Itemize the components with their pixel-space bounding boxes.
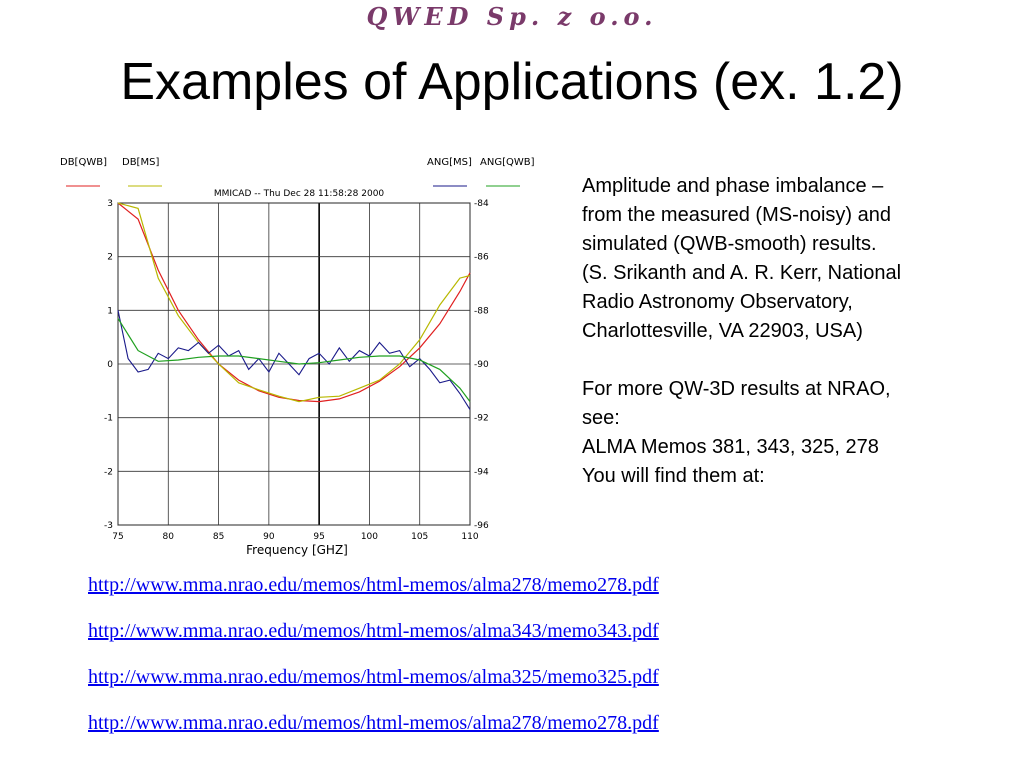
chart-title: MMICAD -- Thu Dec 28 11:58:28 2000 [214,189,385,199]
x-tick-label: 80 [163,532,175,542]
more-line: ALMA Memos 381, 343, 325, 278 [582,436,879,458]
y-right-tick-label: -86 [474,253,489,263]
x-tick-label: 75 [112,532,123,542]
memo-link[interactable]: http://www.mma.nrao.edu/memos/html-memos… [88,708,659,754]
x-tick-label: 90 [263,532,275,542]
company-logo-text: QWED Sp. z o.o. [366,2,658,31]
y-left-tick-label: 2 [107,253,113,263]
desc-line: Radio Astronomy Observatory, [582,291,853,313]
more-line: You will find them at: [582,465,765,487]
desc-line: (S. Srikanth and A. R. Kerr, National [582,262,902,284]
desc-line: simulated (QWB-smooth) results. [582,233,877,255]
y-right-tick-label: -90 [474,360,489,370]
legend-label: ANG[MS] [427,157,472,168]
y-right-tick-label: -94 [474,467,489,477]
description-text: Amplitude and phase imbalance – from the… [582,172,1002,491]
desc-line: Charlottesville, VA 22903, USA) [582,320,863,342]
imbalance-chart: 75 80 85 90 95 100 105 110 3 2 1 0 -1 -2 -3 -84 -86 -88 -9… [60,157,535,557]
legend-label: DB[QWB] [60,157,107,168]
memo-link[interactable]: http://www.mma.nrao.edu/memos/html-memos… [88,616,659,662]
y-right-tick-label: -96 [474,521,489,531]
y-left-tick-label: -2 [104,467,113,477]
y-left-tick-label: -3 [104,521,113,531]
y-left-tick-label: -1 [104,414,113,424]
y-left-tick-label: 3 [107,199,113,209]
x-tick-label: 100 [361,532,378,542]
memo-link[interactable]: http://www.mma.nrao.edu/memos/html-memos… [88,662,659,708]
x-axis-label: Frequency [GHZ] [246,543,348,557]
desc-line: Amplitude and phase imbalance – [582,175,884,197]
more-line: see: [582,407,620,429]
x-tick-label: 85 [213,532,224,542]
y-right-tick-label: -88 [474,306,489,316]
y-left-tick-label: 0 [107,360,113,370]
x-tick-label: 110 [461,532,478,542]
y-left-tick-label: 1 [107,306,113,316]
more-line: For more QW-3D results at NRAO, [582,378,891,400]
legend-label: DB[MS] [122,157,159,168]
slide-title: Examples of Applications (ex. 1.2) [120,53,904,111]
chart: 75 80 85 90 95 100 105 110 3 2 1 0 -1 -2 -3 -84 -86 -88 -9… [50,150,550,560]
y-right-tick-label: -92 [474,414,489,424]
memo-link[interactable]: http://www.mma.nrao.edu/memos/html-memos… [88,570,659,616]
x-tick-label: 105 [411,532,428,542]
legend-label: ANG[QWB] [480,157,535,168]
desc-line: from the measured (MS-noisy) and [582,204,892,226]
x-tick-label: 95 [313,532,324,542]
y-right-tick-label: -84 [474,199,489,209]
memo-links: http://www.mma.nrao.edu/memos/html-memos… [88,570,659,754]
